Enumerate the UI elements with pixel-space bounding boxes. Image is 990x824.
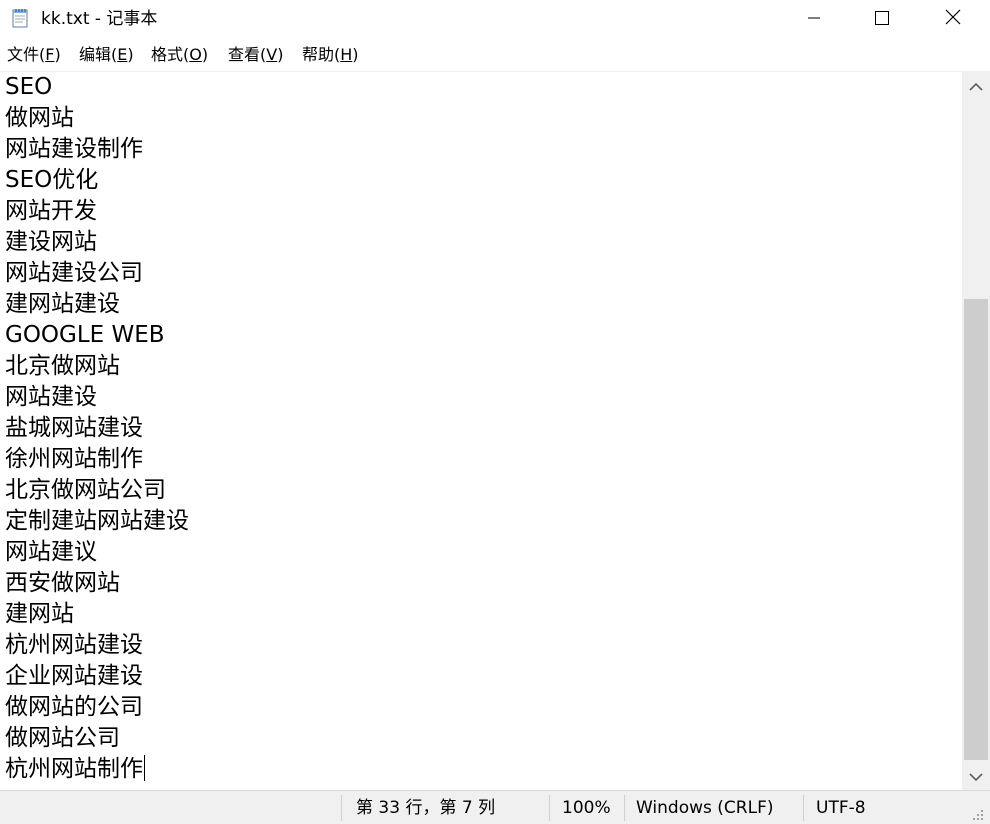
status-divider xyxy=(341,795,342,821)
text-line: 西安做网站 xyxy=(5,570,120,596)
menu-help-mnemonic: H xyxy=(340,45,353,64)
maximize-icon xyxy=(875,10,889,29)
text-line: SEO xyxy=(5,74,53,100)
menu-file-label: 文件( xyxy=(7,45,46,64)
vertical-scrollbar[interactable] xyxy=(962,72,990,790)
current-text-line: 杭州网站制作 xyxy=(5,754,145,785)
line-ending: Windows (CRLF) xyxy=(636,798,774,818)
chevron-down-icon xyxy=(969,767,983,786)
text-line: 盐城网站建设 xyxy=(5,415,143,441)
resize-grip-icon[interactable] xyxy=(968,805,986,823)
cursor-position: 第 33 行，第 7 列 xyxy=(356,798,496,818)
menu-edit[interactable]: 编辑(E) xyxy=(79,43,134,67)
menu-format-suffix: ) xyxy=(201,45,209,64)
zoom-level: 100% xyxy=(562,798,611,818)
text-line: 网站建设 xyxy=(5,384,97,410)
text-line: 徐州网站制作 xyxy=(5,446,143,472)
text-line: 企业网站建设 xyxy=(5,663,143,689)
text-line: 做网站的公司 xyxy=(5,694,143,720)
menu-bar: 文件(F) 编辑(E) 格式(O) 查看(V) 帮助(H) xyxy=(0,38,990,72)
menu-file-suffix: ) xyxy=(54,45,61,64)
text-line: 建网站建设 xyxy=(5,291,120,317)
minimize-icon xyxy=(807,10,821,29)
notepad-window: kk.txt - 记事本 文件(F) 编辑(E) 格式(O) 查看(V) 帮助(… xyxy=(0,0,990,824)
menu-edit-mnemonic: E xyxy=(117,45,128,64)
menu-view-mnemonic: V xyxy=(266,45,278,64)
minimize-button[interactable] xyxy=(785,0,843,38)
chevron-up-icon xyxy=(969,77,983,96)
scroll-up-button[interactable] xyxy=(962,72,990,100)
menu-help-label: 帮助( xyxy=(302,45,341,64)
menu-view-suffix: ) xyxy=(277,45,284,64)
text-line: SEO优化 xyxy=(5,167,99,193)
scroll-down-button[interactable] xyxy=(962,762,990,790)
menu-format[interactable]: 格式(O) xyxy=(151,43,208,67)
maximize-button[interactable] xyxy=(853,0,911,38)
text-line: 北京做网站公司 xyxy=(5,477,166,503)
menu-format-label: 格式( xyxy=(151,45,190,64)
notepad-icon[interactable] xyxy=(11,8,31,29)
menu-edit-suffix: ) xyxy=(127,45,134,64)
text-line: 网站开发 xyxy=(5,198,97,224)
menu-edit-label: 编辑( xyxy=(79,45,118,64)
scrollbar-thumb[interactable] xyxy=(964,299,988,760)
text-line: 建网站 xyxy=(5,601,74,627)
text-line: 建设网站 xyxy=(5,229,97,255)
text-line: 定制建站网站建设 xyxy=(5,508,189,534)
text-line: 网站建设公司 xyxy=(5,260,143,286)
window-title: kk.txt - 记事本 xyxy=(41,9,158,29)
text-caret xyxy=(144,755,145,781)
current-line-text: 杭州网站制作 xyxy=(5,756,143,782)
text-line: 网站建设制作 xyxy=(5,136,143,162)
text-line: 做网站公司 xyxy=(5,725,120,751)
menu-help[interactable]: 帮助(H) xyxy=(302,43,359,67)
status-divider xyxy=(624,795,625,821)
title-bar[interactable]: kk.txt - 记事本 xyxy=(0,0,990,38)
text-line: 网站建议 xyxy=(5,539,97,565)
text-line: GOOGLE WEB xyxy=(5,322,165,348)
text-editor[interactable]: SEO 做网站 网站建设制作 SEO优化 网站开发 建设网站 网站建设公司 建网… xyxy=(0,72,962,790)
status-divider xyxy=(803,795,804,821)
menu-view-label: 查看( xyxy=(228,45,267,64)
encoding: UTF-8 xyxy=(816,798,866,818)
menu-help-suffix: ) xyxy=(352,45,359,64)
close-button[interactable] xyxy=(924,0,982,38)
text-line: 北京做网站 xyxy=(5,353,120,379)
menu-view[interactable]: 查看(V) xyxy=(228,43,283,67)
status-bar: 第 33 行，第 7 列 100% Windows (CRLF) UTF-8 xyxy=(0,790,990,824)
text-line: 杭州网站建设 xyxy=(5,632,143,658)
close-icon xyxy=(945,9,961,29)
menu-format-mnemonic: O xyxy=(189,45,202,64)
status-divider xyxy=(549,795,550,821)
menu-file[interactable]: 文件(F) xyxy=(7,43,61,67)
text-line: 做网站 xyxy=(5,105,74,131)
